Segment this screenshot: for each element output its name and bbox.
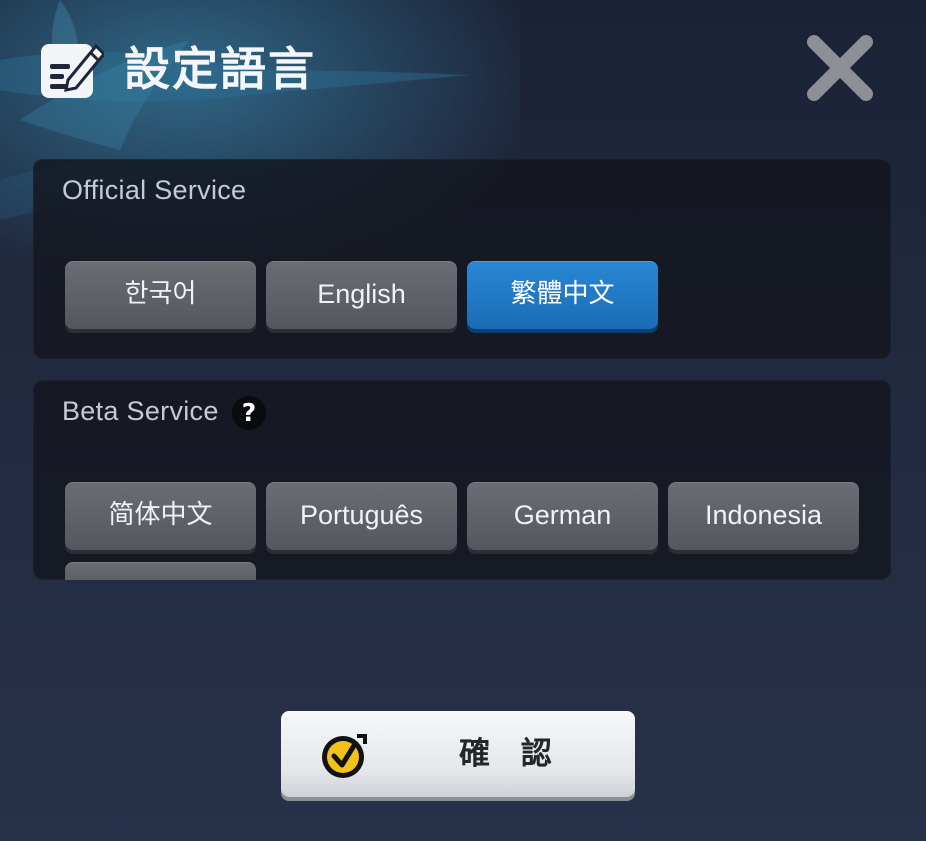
confirm-label: 確 認 xyxy=(459,736,562,772)
language-button-partial[interactable] xyxy=(65,562,256,580)
language-button-simplified-chinese[interactable]: 简体中文 xyxy=(65,482,256,550)
beta-service-title: Beta Service xyxy=(62,396,219,426)
language-button-portuguese[interactable]: Português xyxy=(266,482,457,550)
help-icon[interactable]: ? xyxy=(232,396,266,430)
language-button-traditional-chinese[interactable]: 繁體中文 xyxy=(467,261,658,329)
official-service-panel: Official Service 한국어 English 繁體中文 xyxy=(33,159,891,359)
confirm-button[interactable]: 確 認 xyxy=(281,711,635,797)
edit-settings-icon xyxy=(41,43,104,98)
language-button-korean[interactable]: 한국어 xyxy=(65,261,256,329)
beta-service-panel: Beta Service ? 简体中文 Português German Ind… xyxy=(33,380,891,580)
official-service-title: Official Service xyxy=(62,175,247,205)
language-button-german[interactable]: German xyxy=(467,482,658,550)
language-button-english[interactable]: English xyxy=(266,261,457,329)
close-icon[interactable] xyxy=(804,32,876,104)
check-badge-icon xyxy=(322,734,367,778)
language-button-indonesia[interactable]: Indonesia xyxy=(668,482,859,550)
dialog-title: 設定語言 xyxy=(124,42,316,96)
